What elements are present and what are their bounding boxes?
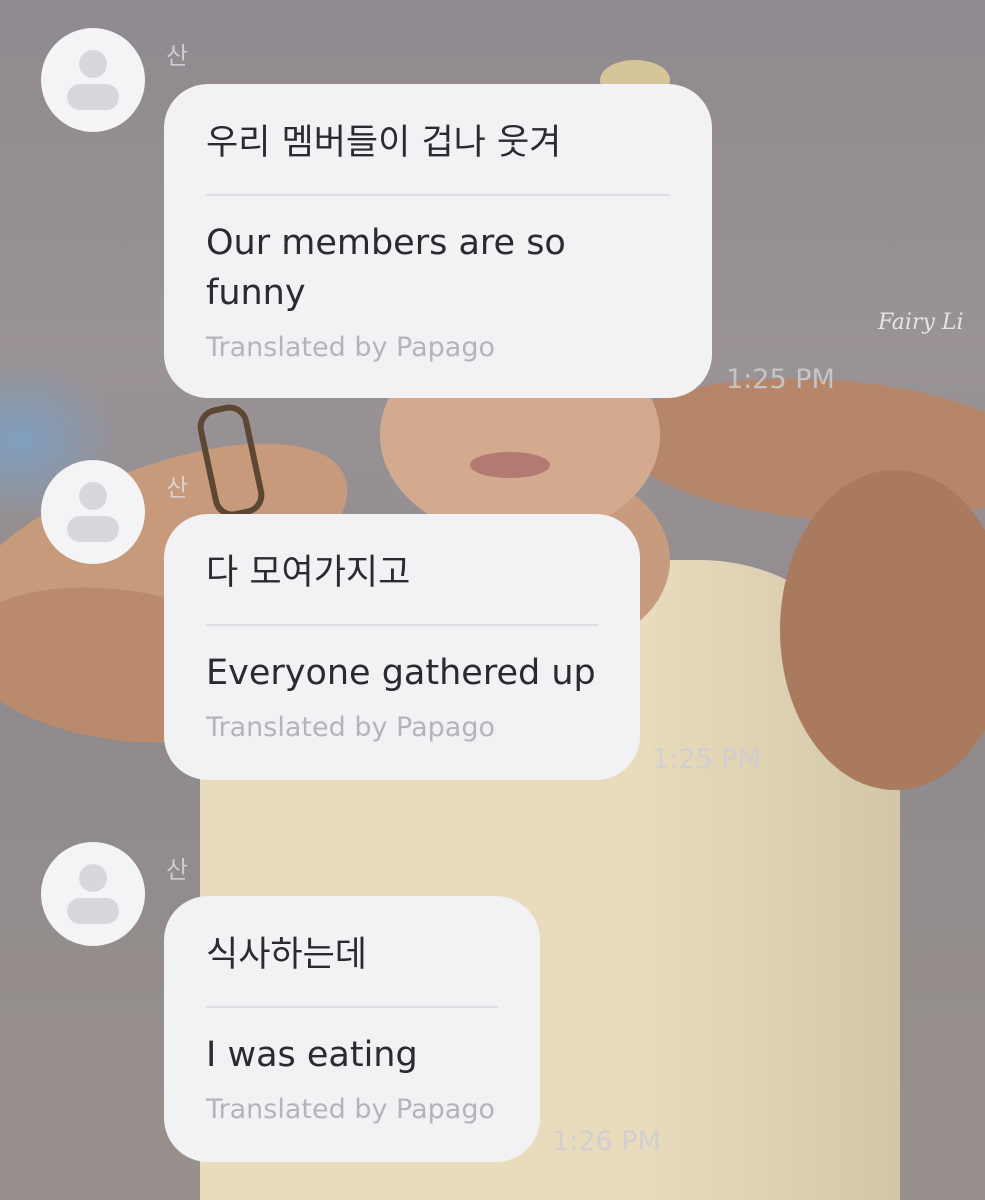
translated-text: Everyone gathered up	[206, 653, 596, 693]
original-text: 다 모여가지고	[206, 553, 411, 593]
message-timestamp: 1:25 PM	[652, 744, 761, 775]
person-icon-body	[67, 84, 119, 110]
message-bubble[interactable]: 다 모여가지고 Everyone gathered up Translated …	[164, 514, 640, 780]
sender-avatar[interactable]	[41, 28, 145, 132]
bubble-divider	[206, 1006, 498, 1008]
original-text: 식사하는데	[206, 935, 368, 975]
bubble-divider	[206, 194, 670, 196]
sender-avatar[interactable]	[41, 842, 145, 946]
original-text: 우리 멤버들이 겁나 웃겨	[206, 123, 562, 163]
sender-name: 산	[166, 856, 189, 884]
translated-text: Our members are so funny	[206, 223, 566, 313]
message-timestamp: 1:26 PM	[552, 1126, 661, 1157]
person-icon-body	[67, 516, 119, 542]
person-icon-body	[67, 898, 119, 924]
person-icon	[79, 482, 107, 510]
bubble-divider	[206, 624, 598, 626]
translation-credit: Translated by Papago	[206, 332, 495, 363]
person-icon	[79, 864, 107, 892]
sender-name: 산	[166, 474, 189, 502]
photo-watermark: Fairy Li	[878, 310, 964, 335]
background-lips	[470, 452, 550, 478]
message-timestamp: 1:25 PM	[726, 364, 835, 395]
sender-name: 산	[166, 42, 189, 70]
translated-text: I was eating	[206, 1035, 418, 1075]
message-bubble[interactable]: 식사하는데 I was eating Translated by Papago	[164, 896, 540, 1162]
sender-avatar[interactable]	[41, 460, 145, 564]
translation-credit: Translated by Papago	[206, 1094, 495, 1125]
translation-credit: Translated by Papago	[206, 712, 495, 743]
message-bubble[interactable]: 우리 멤버들이 겁나 웃겨 Our members are so funny T…	[164, 84, 712, 398]
person-icon	[79, 50, 107, 78]
